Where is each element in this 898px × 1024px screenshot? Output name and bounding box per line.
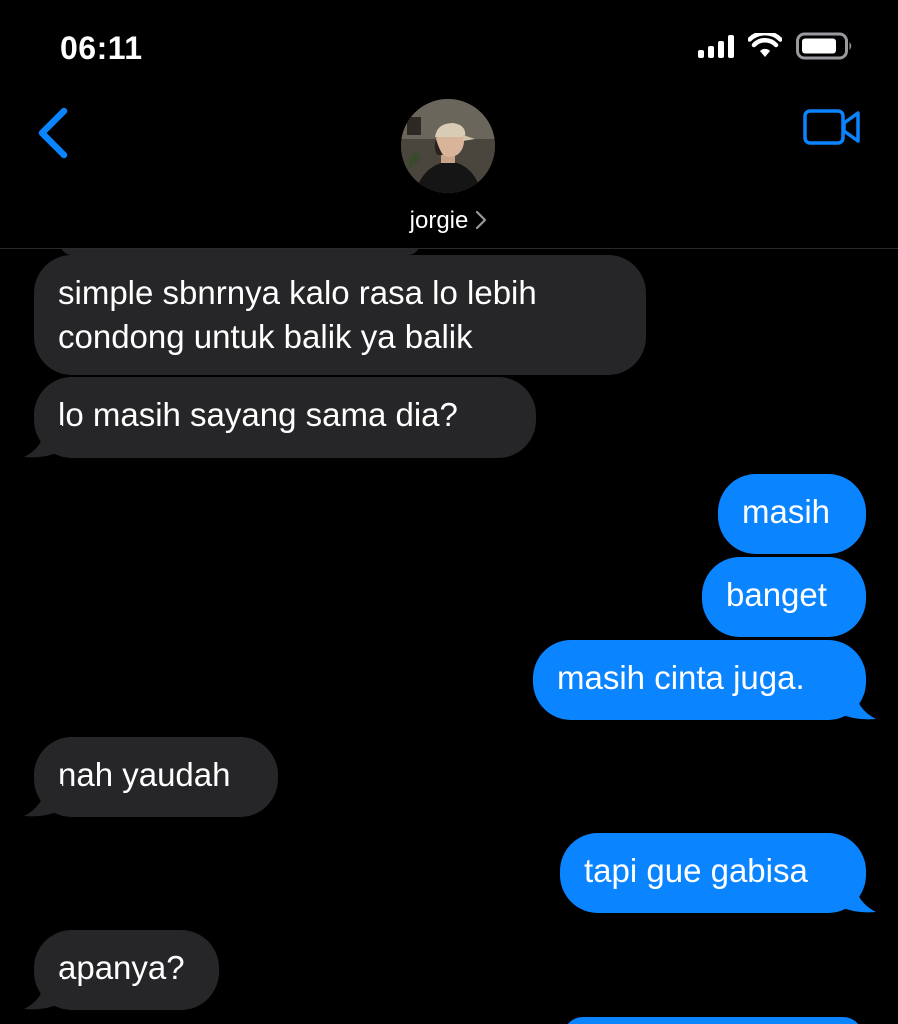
status-bar: 06:11: [0, 0, 898, 95]
cellular-signal-icon: [698, 34, 734, 58]
status-icons: [698, 32, 854, 60]
message-text: nah yaudah: [58, 756, 231, 793]
bubble-tail: [24, 784, 62, 817]
message-bubble-incoming[interactable]: lo masih sayang sama dia?: [34, 377, 536, 458]
message-bubble-incoming[interactable]: simple sbnrnya kalo rasa lo lebih condon…: [34, 255, 646, 375]
message-bubble-incoming[interactable]: nah yaudah: [34, 737, 278, 817]
chevron-left-icon[interactable]: [34, 105, 74, 161]
avatar-photo: [401, 99, 495, 193]
message-bubble-outgoing[interactable]: masih: [718, 474, 866, 554]
chevron-right-icon: [476, 210, 487, 230]
avatar[interactable]: [401, 99, 495, 193]
battery-icon: [796, 32, 852, 60]
bubble-tail: [838, 880, 876, 913]
bubble-tail: [24, 977, 62, 1010]
conversation-header: jorgie: [0, 95, 898, 249]
message-bubble-outgoing[interactable]: banget: [702, 557, 866, 637]
message-text: masih: [742, 493, 831, 530]
message-text: banget: [726, 576, 827, 613]
message-text: apanya?: [58, 949, 185, 986]
message-text: masih cinta juga.: [557, 659, 805, 696]
message-bubble-outgoing[interactable]: tapi gue gabisa: [560, 833, 866, 913]
contact-name-label: jorgie: [409, 207, 469, 234]
message-text-line: simple sbnrnya kalo rasa lo lebih: [58, 274, 537, 311]
message-bubble-outgoing[interactable]: masih cinta juga.: [533, 640, 866, 720]
message-text: lo masih sayang sama dia?: [58, 396, 458, 433]
bubble-tail: [24, 425, 62, 458]
contact-name[interactable]: jorgie: [0, 207, 898, 235]
bubble-tail: [838, 687, 876, 720]
message-text: tapi gue gabisa: [584, 852, 808, 889]
message-bubble-partial: [563, 1017, 863, 1024]
wifi-icon: [748, 33, 782, 57]
video-camera-icon[interactable]: [802, 105, 862, 149]
message-text-line: condong untuk balik ya balik: [58, 318, 473, 355]
status-time: 06:11: [60, 30, 143, 66]
message-thread[interactable]: simple sbnrnya kalo rasa lo lebih condon…: [0, 249, 898, 1024]
